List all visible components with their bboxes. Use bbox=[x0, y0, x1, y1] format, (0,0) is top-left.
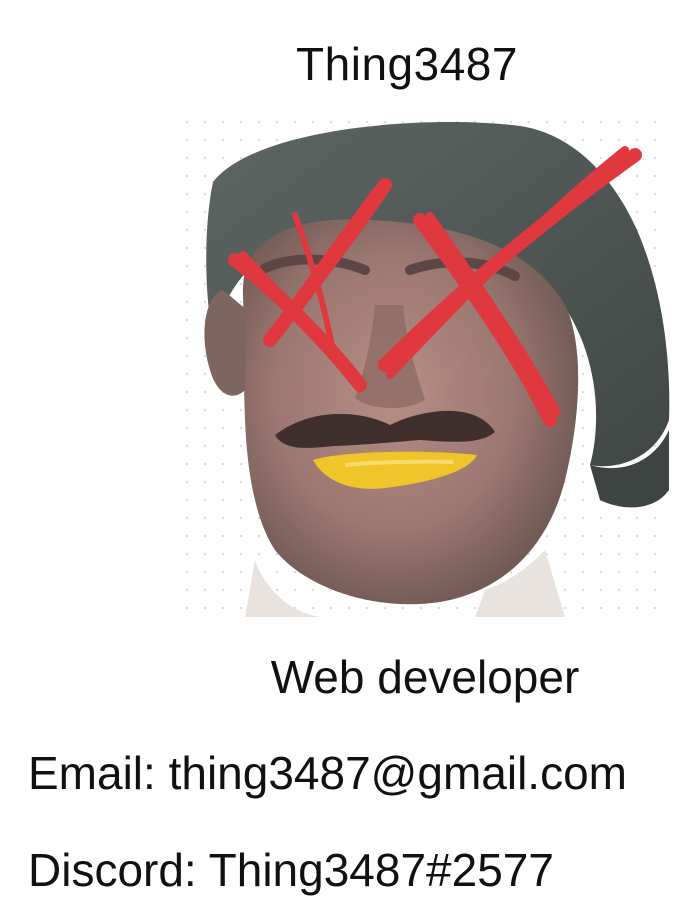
profile-photo bbox=[185, 120, 670, 617]
email-text: Email: thing3487@gmail.com bbox=[28, 747, 627, 799]
defaced-face-photo-icon bbox=[185, 120, 670, 617]
profile-page: Thing3487 Web developer Email: thing3487… bbox=[0, 0, 680, 902]
profile-name: Thing3487 bbox=[296, 38, 518, 90]
profile-role: Web developer bbox=[270, 651, 580, 703]
discord-text: Discord: Thing3487#2577 bbox=[28, 844, 554, 896]
